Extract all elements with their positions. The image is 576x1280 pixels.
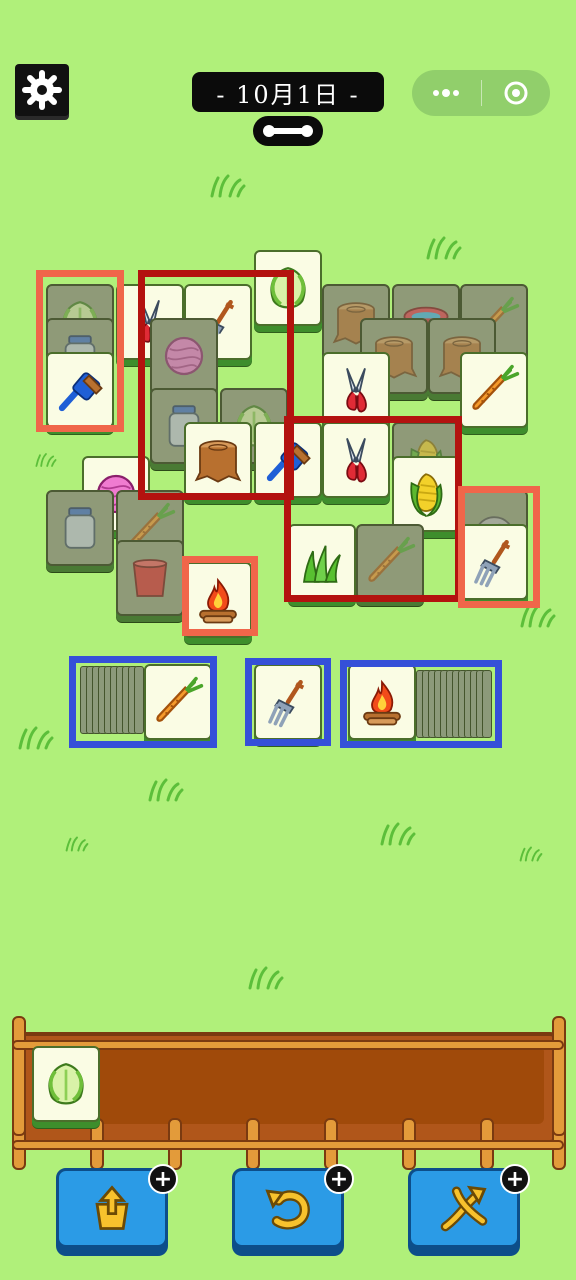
grass-tuft-icon [378, 822, 418, 846]
target-circle-icon [504, 81, 528, 105]
jar-icon [53, 501, 107, 555]
brush-icon [53, 363, 107, 417]
carrot-tile [356, 524, 424, 600]
grass-tuft-icon [16, 726, 56, 750]
carrot-icon [151, 675, 205, 729]
more-menu-button[interactable] [412, 70, 481, 116]
grass-tuft-icon [64, 832, 90, 856]
yarn-tile [150, 318, 218, 394]
settings-button[interactable] [15, 64, 69, 116]
corn-tile[interactable] [392, 456, 460, 532]
pitchfork-icon [467, 535, 521, 589]
stack-top-tile[interactable] [348, 664, 416, 740]
date-label: - 10月1日 - [192, 72, 384, 112]
lettuce-icon [261, 261, 315, 315]
corn-icon [399, 467, 453, 521]
grass-tuft-icon [518, 842, 544, 866]
more-dots-icon [433, 89, 460, 97]
carrot-icon [467, 363, 521, 417]
mini-program-capsule [412, 70, 550, 116]
brush-tile[interactable] [46, 352, 114, 428]
close-mini-program-button[interactable] [482, 70, 551, 116]
slot-bar-well [32, 1046, 544, 1124]
move-out-add-badge[interactable]: + [148, 1164, 178, 1194]
shears-tile[interactable] [322, 352, 390, 428]
shuffle-icon [440, 1185, 488, 1232]
campfire-tile[interactable] [184, 562, 252, 638]
grass-tuft-icon [146, 778, 186, 802]
link-handle-icon [263, 125, 313, 137]
carrot-icon [363, 535, 417, 589]
stump-icon [191, 433, 245, 487]
shears-tile[interactable] [322, 422, 390, 498]
stack-card [134, 666, 144, 734]
grass-tuft-icon [246, 966, 286, 990]
lettuce-tile[interactable] [254, 250, 322, 326]
fence-post [552, 1016, 566, 1136]
yarn-icon [157, 329, 211, 383]
fence-rail-bottom [12, 1140, 564, 1150]
grass-tuft-icon [518, 604, 558, 628]
center-tray-tile[interactable] [254, 664, 322, 740]
grass-icon [295, 535, 349, 589]
stack-top-tile[interactable] [144, 664, 212, 740]
shears-icon [329, 363, 383, 417]
shuffle-add-badge[interactable]: + [500, 1164, 530, 1194]
bucket-icon [123, 551, 177, 605]
shears-icon [329, 433, 383, 487]
date-drag-handle[interactable] [253, 116, 323, 146]
box-arrow-up-icon [95, 1185, 129, 1230]
undo-add-badge[interactable]: + [324, 1164, 354, 1194]
fence-post [12, 1016, 26, 1136]
badge-label: + [329, 1166, 349, 1192]
gear-icon [22, 70, 62, 110]
badge-label: + [505, 1166, 525, 1192]
pitchfork-icon [261, 675, 315, 729]
brush-icon [261, 433, 315, 487]
carrot-tile[interactable] [460, 352, 528, 428]
grass-tuft-icon [34, 448, 58, 472]
grass-tuft-icon [208, 174, 248, 198]
brush-tile[interactable] [254, 422, 322, 498]
lettuce-icon [39, 1057, 93, 1111]
jar-tile [46, 490, 114, 566]
pitchfork-tile[interactable] [460, 524, 528, 600]
grass-tuft-icon [424, 236, 464, 260]
stack-card [482, 670, 492, 738]
stump-tile[interactable] [184, 422, 252, 498]
campfire-icon [355, 675, 409, 729]
badge-label: + [153, 1166, 173, 1192]
undo-icon [265, 1189, 310, 1230]
grass-tile[interactable] [288, 524, 356, 600]
collected-tile [32, 1046, 100, 1122]
campfire-icon [191, 573, 245, 627]
bucket-tile [116, 540, 184, 616]
